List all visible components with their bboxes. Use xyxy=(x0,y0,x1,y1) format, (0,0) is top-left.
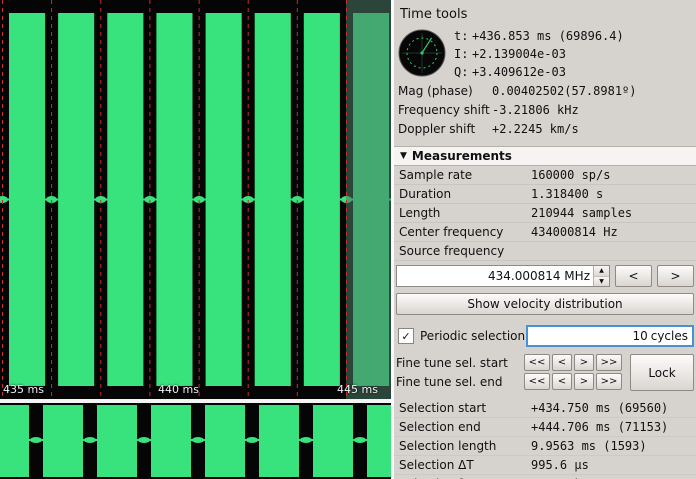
i-readout: I: +2.139004e-03 xyxy=(454,45,692,63)
frequency-step-up-button[interactable]: > xyxy=(657,265,694,287)
start-right-button[interactable]: > xyxy=(574,354,594,371)
frequency-spinbox[interactable]: 434.000814 MHz ▲ ▼ xyxy=(396,265,610,287)
overview-waveform-view[interactable] xyxy=(0,403,391,479)
fine-tune-start-label: Fine tune sel. start xyxy=(396,356,524,370)
show-velocity-distribution-button[interactable]: Show velocity distribution xyxy=(396,293,694,315)
mag-phase-value: 0.00402502(57.8981º) xyxy=(492,84,637,98)
end-left-button[interactable]: < xyxy=(552,373,572,390)
table-row: Length 210944 samples xyxy=(394,204,696,223)
periodic-selection-checkbox[interactable]: ✓ xyxy=(398,328,414,344)
cursor-readout-section: t: +436.853 ms (69896.4) I: +2.139004e-0… xyxy=(394,25,696,81)
selection-label: Selection length xyxy=(399,439,531,453)
end-right-button[interactable]: > xyxy=(574,373,594,390)
cycles-suffix: cycles xyxy=(651,329,688,343)
measurement-label: Center frequency xyxy=(399,225,531,239)
measurement-label: Sample rate xyxy=(399,168,531,182)
fine-tune-section: Fine tune sel. start << < > >> Fine tune… xyxy=(396,353,694,391)
table-row: Sample rate 160000 sp/s xyxy=(394,166,696,185)
end-big-left-button[interactable]: << xyxy=(524,373,550,390)
frequency-shift-label: Frequency shift xyxy=(398,103,492,117)
collapse-arrow-icon: ▼ xyxy=(400,151,407,161)
lock-button[interactable]: Lock xyxy=(630,354,694,391)
main-waveform-view[interactable] xyxy=(0,0,391,399)
measurement-label: Duration xyxy=(399,187,531,201)
time-readout: t: +436.853 ms (69896.4) xyxy=(454,27,692,45)
table-row: Selection length 9.9563 ms (1593) xyxy=(394,437,696,456)
i-readout-label: I: xyxy=(454,47,472,61)
start-left-button[interactable]: < xyxy=(552,354,572,371)
selection-label: Selection ΔT xyxy=(399,458,531,472)
end-big-right-button[interactable]: >> xyxy=(596,373,622,390)
q-readout-value: +3.409612e-03 xyxy=(472,65,566,79)
measurement-label: Source frequency xyxy=(399,244,531,258)
table-row: Center frequency 434000814 Hz xyxy=(394,223,696,242)
i-readout-value: +2.139004e-03 xyxy=(472,47,566,61)
time-readout-value: +436.853 ms (69896.4) xyxy=(472,29,624,43)
selection-table: Selection start +434.750 ms (69560) Sele… xyxy=(394,399,696,479)
measurement-value: 1.318400 s xyxy=(531,187,603,201)
selection-value: +444.706 ms (71153) xyxy=(531,420,668,434)
measurement-value: 160000 sp/s xyxy=(531,168,610,182)
measurement-label: Length xyxy=(399,206,531,220)
spin-buttons: ▲ ▼ xyxy=(593,266,609,286)
tiq-readouts: t: +436.853 ms (69896.4) I: +2.139004e-0… xyxy=(454,27,692,81)
measurements-table: Sample rate 160000 sp/s Duration 1.31840… xyxy=(394,166,696,261)
doppler-shift-value: +2.2245 km/s xyxy=(492,122,579,136)
selection-label: Selection start xyxy=(399,401,531,415)
mag-phase-label: Mag (phase) xyxy=(398,84,492,98)
selection-value: 995.6 µs xyxy=(531,458,589,472)
start-big-left-button[interactable]: << xyxy=(524,354,550,371)
selection-value: +434.750 ms (69560) xyxy=(531,401,668,415)
table-row: Selection start +434.750 ms (69560) xyxy=(394,399,696,418)
measurements-title: Measurements xyxy=(412,149,512,163)
doppler-shift-label: Doppler shift xyxy=(398,122,492,136)
frequency-shift-row: Frequency shift -3.21806 kHz xyxy=(394,100,696,119)
time-tools-panel: Time tools t: +436.853 ms (69896.4) I: +… xyxy=(394,0,696,479)
periodic-selection-row: ✓ Periodic selection 10 cycles xyxy=(396,325,694,347)
mag-phase-row: Mag (phase) 0.00402502(57.8981º) xyxy=(394,81,696,100)
frequency-spin-value: 434.000814 MHz xyxy=(397,269,593,283)
measurement-value: 434000814 Hz xyxy=(531,225,618,239)
selection-value: 9.9563 ms (1593) xyxy=(531,439,647,453)
frequency-shift-value: -3.21806 kHz xyxy=(492,103,579,117)
frequency-spin-row: 434.000814 MHz ▲ ▼ < > xyxy=(396,265,694,287)
waveform-area: 435 ms 440 ms 445 ms xyxy=(0,0,391,479)
time-window: 435 ms 440 ms 445 ms Time tools t: +436.… xyxy=(0,0,696,479)
measurements-section-header[interactable]: ▼ Measurements xyxy=(394,146,696,166)
fine-tune-end-label: Fine tune sel. end xyxy=(396,375,524,389)
spin-up-icon[interactable]: ▲ xyxy=(594,266,609,277)
periodic-selection-label: Periodic selection xyxy=(420,329,525,343)
selection-label: Selection end xyxy=(399,420,531,434)
q-readout-label: Q: xyxy=(454,65,472,79)
table-row: Source frequency xyxy=(394,242,696,261)
cycles-value: 10 xyxy=(632,329,647,343)
table-row: Duration 1.318400 s xyxy=(394,185,696,204)
time-readout-label: t: xyxy=(454,29,472,43)
cycles-input[interactable]: 10 cycles xyxy=(526,325,694,347)
phase-dial-icon xyxy=(398,29,446,77)
panel-title: Time tools xyxy=(394,0,696,25)
table-row: Selection end +444.706 ms (71153) xyxy=(394,418,696,437)
start-big-right-button[interactable]: >> xyxy=(596,354,622,371)
doppler-shift-row: Doppler shift +2.2245 km/s xyxy=(394,119,696,138)
q-readout: Q: +3.409612e-03 xyxy=(454,63,692,81)
spin-down-icon[interactable]: ▼ xyxy=(594,277,609,287)
table-row: Selection ΔT 995.6 µs xyxy=(394,456,696,475)
frequency-step-down-button[interactable]: < xyxy=(615,265,652,287)
measurement-value: 210944 samples xyxy=(531,206,632,220)
table-row: Selection freq 1.004 kHz xyxy=(394,475,696,479)
